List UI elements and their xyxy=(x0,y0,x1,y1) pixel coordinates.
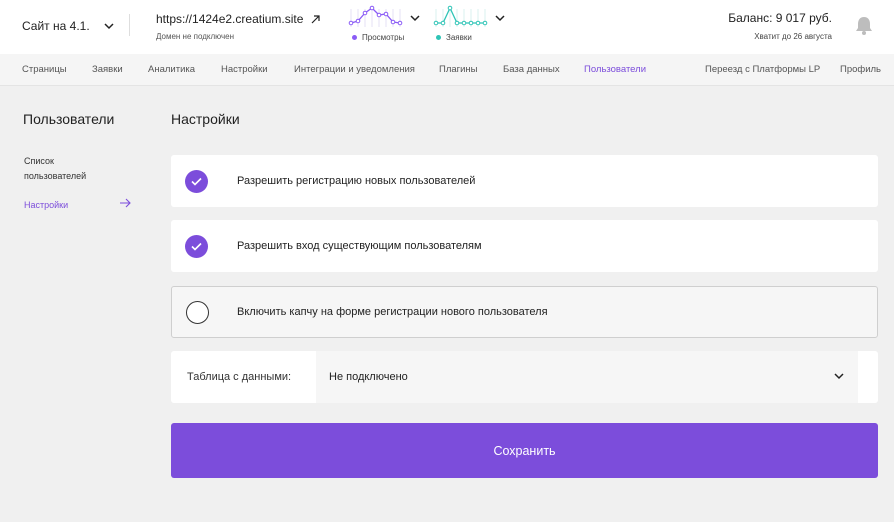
balance-note: Хватит до 26 августа xyxy=(754,32,832,41)
nav-item-users[interactable]: Пользователи xyxy=(584,64,646,75)
balance[interactable]: Баланс: 9 017 руб. xyxy=(728,11,832,25)
option-label: Включить капчу на форме регистрации ново… xyxy=(237,306,548,318)
option-allow-registration[interactable]: Разрешить регистрацию новых пользователе… xyxy=(171,155,878,207)
nav-item-migration[interactable]: Переезд с Платформы LP xyxy=(705,64,820,75)
top-nav: Страницы Заявки Аналитика Настройки Инте… xyxy=(0,54,894,86)
views-dot-icon xyxy=(352,35,357,40)
nav-item-analytics[interactable]: Аналитика xyxy=(148,64,195,75)
leads-chevron-down-icon[interactable] xyxy=(495,15,505,22)
leads-legend: Заявки xyxy=(436,33,472,42)
data-table-label: Таблица с данными: xyxy=(187,371,292,383)
leads-sparkline-icon[interactable] xyxy=(433,5,491,29)
domain-url-text: https://1424e2.creatium.site xyxy=(156,12,304,26)
views-sparkline-icon[interactable] xyxy=(348,5,406,29)
site-select[interactable]: Сайт на 4.1. xyxy=(22,19,114,33)
checkbox-unchecked-icon[interactable] xyxy=(186,301,209,324)
header: Сайт на 4.1. https://1424e2.creatium.sit… xyxy=(0,0,894,54)
option-label: Разрешить вход существующим пользователя… xyxy=(237,240,482,252)
chevron-down-icon xyxy=(834,373,844,380)
leads-dot-icon xyxy=(436,35,441,40)
sidebar-title: Пользователи xyxy=(23,111,115,127)
views-label: Просмотры xyxy=(362,33,405,42)
option-enable-captcha[interactable]: Включить капчу на форме регистрации ново… xyxy=(171,286,878,338)
bell-icon[interactable] xyxy=(854,15,874,36)
site-select-label: Сайт на 4.1. xyxy=(22,19,90,33)
checkbox-checked-icon[interactable] xyxy=(185,170,208,193)
nav-item-integrations[interactable]: Интеграции и уведомления xyxy=(294,64,415,75)
save-button[interactable]: Сохранить xyxy=(171,423,878,478)
data-table-select[interactable]: Не подключено xyxy=(316,351,858,403)
nav-item-pages[interactable]: Страницы xyxy=(22,64,67,75)
nav-item-profile[interactable]: Профиль xyxy=(840,64,881,75)
option-allow-login[interactable]: Разрешить вход существующим пользователя… xyxy=(171,220,878,272)
option-label: Разрешить регистрацию новых пользователе… xyxy=(237,175,476,187)
chevron-down-icon xyxy=(104,23,114,30)
page-title: Настройки xyxy=(171,111,240,127)
nav-item-leads[interactable]: Заявки xyxy=(92,64,123,75)
checkbox-checked-icon[interactable] xyxy=(185,235,208,258)
data-table-row: Таблица с данными: Не подключено xyxy=(171,351,878,403)
domain-status: Домен не подключен xyxy=(156,32,235,41)
arrow-right-icon[interactable] xyxy=(120,198,132,208)
leads-label: Заявки xyxy=(446,33,472,42)
views-chevron-down-icon[interactable] xyxy=(410,15,420,22)
sidebar-item-users-list[interactable]: Список пользователей xyxy=(24,154,114,184)
data-table-value: Не подключено xyxy=(329,371,408,383)
nav-item-database[interactable]: База данных xyxy=(503,64,560,75)
views-legend: Просмотры xyxy=(352,33,404,42)
checkmark-icon xyxy=(191,177,202,186)
nav-item-settings[interactable]: Настройки xyxy=(221,64,268,75)
sidebar-item-settings[interactable]: Настройки xyxy=(24,198,114,213)
nav-item-plugins[interactable]: Плагины xyxy=(439,64,478,75)
external-link-icon xyxy=(311,14,321,23)
header-divider xyxy=(129,14,130,36)
domain-link[interactable]: https://1424e2.creatium.site xyxy=(156,12,321,26)
checkmark-icon xyxy=(191,242,202,251)
